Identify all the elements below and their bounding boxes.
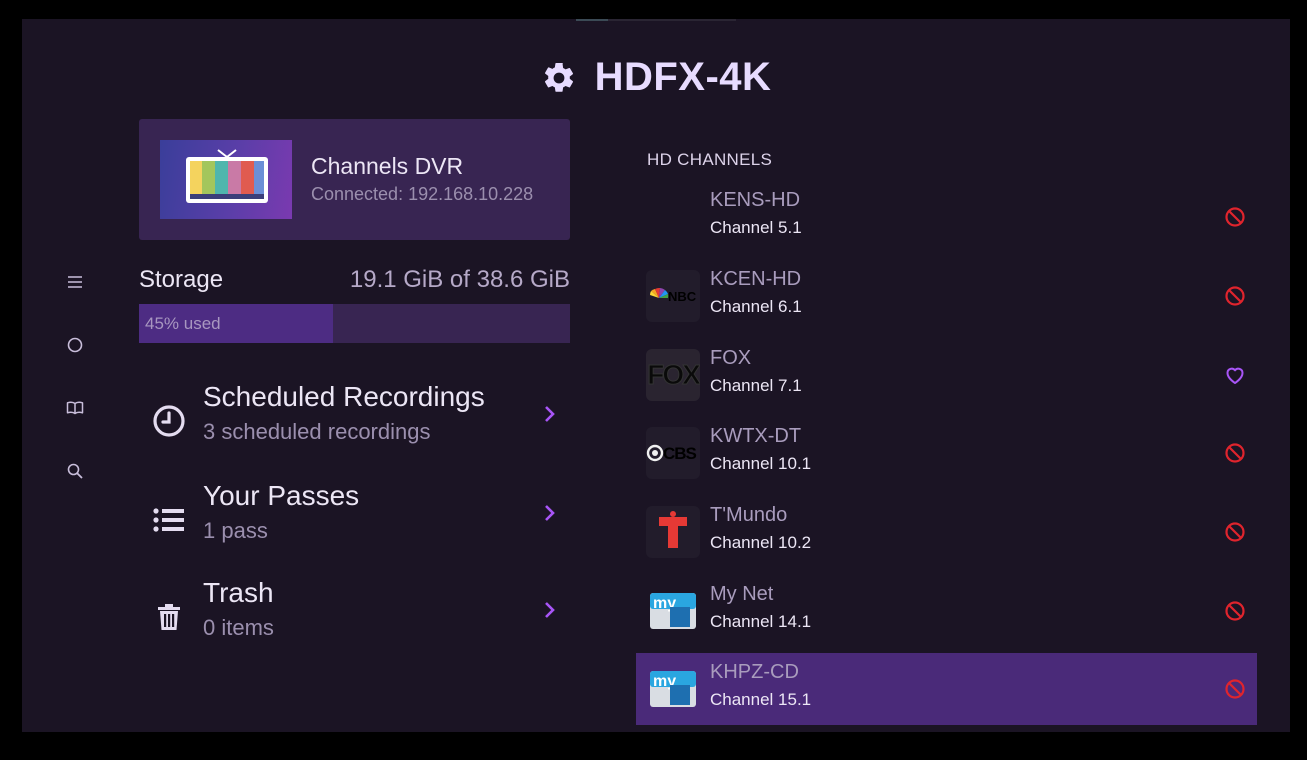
- fox-logo-icon: FOX: [646, 349, 700, 401]
- app-screen: HDFX-4K Channels DVR Connected: 192.168.…: [22, 19, 1290, 732]
- gear-icon[interactable]: [541, 60, 577, 96]
- channel-logo-blank: [646, 191, 700, 243]
- menu-subtitle: 0 items: [203, 615, 274, 640]
- channel-row[interactable]: NBC KCEN-HD Channel 6.1: [636, 260, 1257, 332]
- channel-name: FOX: [710, 347, 752, 369]
- dvr-server-card[interactable]: Channels DVR Connected: 192.168.10.228: [139, 119, 570, 240]
- block-icon[interactable]: [1223, 284, 1247, 308]
- channel-number: Channel 10.2: [710, 533, 812, 552]
- block-icon[interactable]: [1223, 441, 1247, 465]
- channel-number: Channel 6.1: [710, 297, 802, 316]
- channel-name: KHPZ-CD: [710, 661, 799, 683]
- channel-row[interactable]: FOX FOX Channel 7.1: [636, 339, 1257, 411]
- heart-icon[interactable]: [1223, 363, 1247, 387]
- block-icon[interactable]: [1223, 677, 1247, 701]
- channels-heading: HD CHANNELS: [647, 150, 773, 169]
- storage-used-text: 45% used: [145, 314, 221, 333]
- book-icon: [66, 401, 84, 415]
- nav-item-search[interactable]: [62, 458, 88, 484]
- block-icon[interactable]: [1223, 599, 1247, 623]
- channel-number: Channel 10.1: [710, 454, 812, 473]
- channel-row[interactable]: KENS-HD Channel 5.1: [636, 181, 1257, 253]
- mytv-logo-icon: my: [646, 585, 700, 637]
- channel-number: Channel 7.1: [710, 376, 802, 395]
- chevron-right-icon: [545, 602, 555, 618]
- telemundo-logo-icon: [646, 506, 700, 558]
- top-indicator: [576, 19, 736, 21]
- menu-subtitle: 3 scheduled recordings: [203, 419, 431, 444]
- trash-icon: [158, 604, 180, 630]
- channel-name: My Net: [710, 583, 774, 605]
- channel-name: KWTX-DT: [710, 425, 802, 447]
- trash-button[interactable]: Trash 0 items: [139, 577, 570, 657]
- chevron-right-icon: [545, 505, 555, 521]
- dvr-connection-status: Connected: 192.168.10.228: [311, 184, 534, 204]
- nav-item-menu[interactable]: [62, 269, 88, 295]
- chevron-right-icon: [545, 406, 555, 422]
- scheduled-recordings-button[interactable]: Scheduled Recordings 3 scheduled recordi…: [139, 381, 570, 461]
- channel-row[interactable]: CBS KWTX-DT Channel 10.1: [636, 417, 1257, 489]
- menu-title: Your Passes: [203, 480, 360, 511]
- channel-row-selected[interactable]: my KHPZ-CD Channel 15.1: [636, 653, 1257, 725]
- channel-number: Channel 14.1: [710, 612, 812, 631]
- list-icon: [153, 508, 184, 532]
- search-icon: [67, 463, 83, 479]
- menu-title: Scheduled Recordings: [203, 381, 485, 412]
- nbc-logo-icon: NBC: [646, 270, 700, 322]
- channel-row[interactable]: my My Net Channel 14.1: [636, 575, 1257, 647]
- nbc-logo-text: NBC: [668, 289, 697, 304]
- menu-icon: [68, 276, 82, 288]
- header: HDFX-4K: [22, 55, 1290, 100]
- your-passes-button[interactable]: Your Passes 1 pass: [139, 480, 570, 560]
- channel-name: T'Mundo: [710, 504, 788, 526]
- circle-icon: [67, 337, 83, 353]
- block-icon[interactable]: [1223, 520, 1247, 544]
- tv-test-pattern-icon: [160, 140, 292, 219]
- clock-icon: [153, 405, 185, 437]
- dvr-name: Channels DVR: [311, 153, 464, 179]
- nav-item-home[interactable]: [62, 332, 88, 358]
- menu-title: Trash: [203, 577, 274, 608]
- storage-progress-bar: 45% used: [139, 304, 570, 343]
- channel-name: KCEN-HD: [710, 268, 802, 290]
- menu-subtitle: 1 pass: [203, 518, 268, 543]
- fox-logo-text: FOX: [647, 359, 700, 391]
- nav-item-library[interactable]: [62, 395, 88, 421]
- storage-label: Storage: [139, 266, 224, 293]
- channel-name: KENS-HD: [710, 189, 801, 211]
- mytv-logo-icon: my: [646, 663, 700, 715]
- channel-row[interactable]: T'Mundo Channel 10.2: [636, 496, 1257, 568]
- side-nav: [62, 269, 88, 521]
- block-icon[interactable]: [1223, 205, 1247, 229]
- channel-number: Channel 15.1: [710, 690, 812, 709]
- storage-value: 19.1 GiB of 38.6 GiB: [349, 266, 570, 293]
- page-title: HDFX-4K: [594, 55, 772, 99]
- cbs-logo-text: CBS: [663, 444, 697, 463]
- channel-number: Channel 5.1: [710, 218, 802, 237]
- cbs-logo-icon: CBS: [646, 427, 700, 479]
